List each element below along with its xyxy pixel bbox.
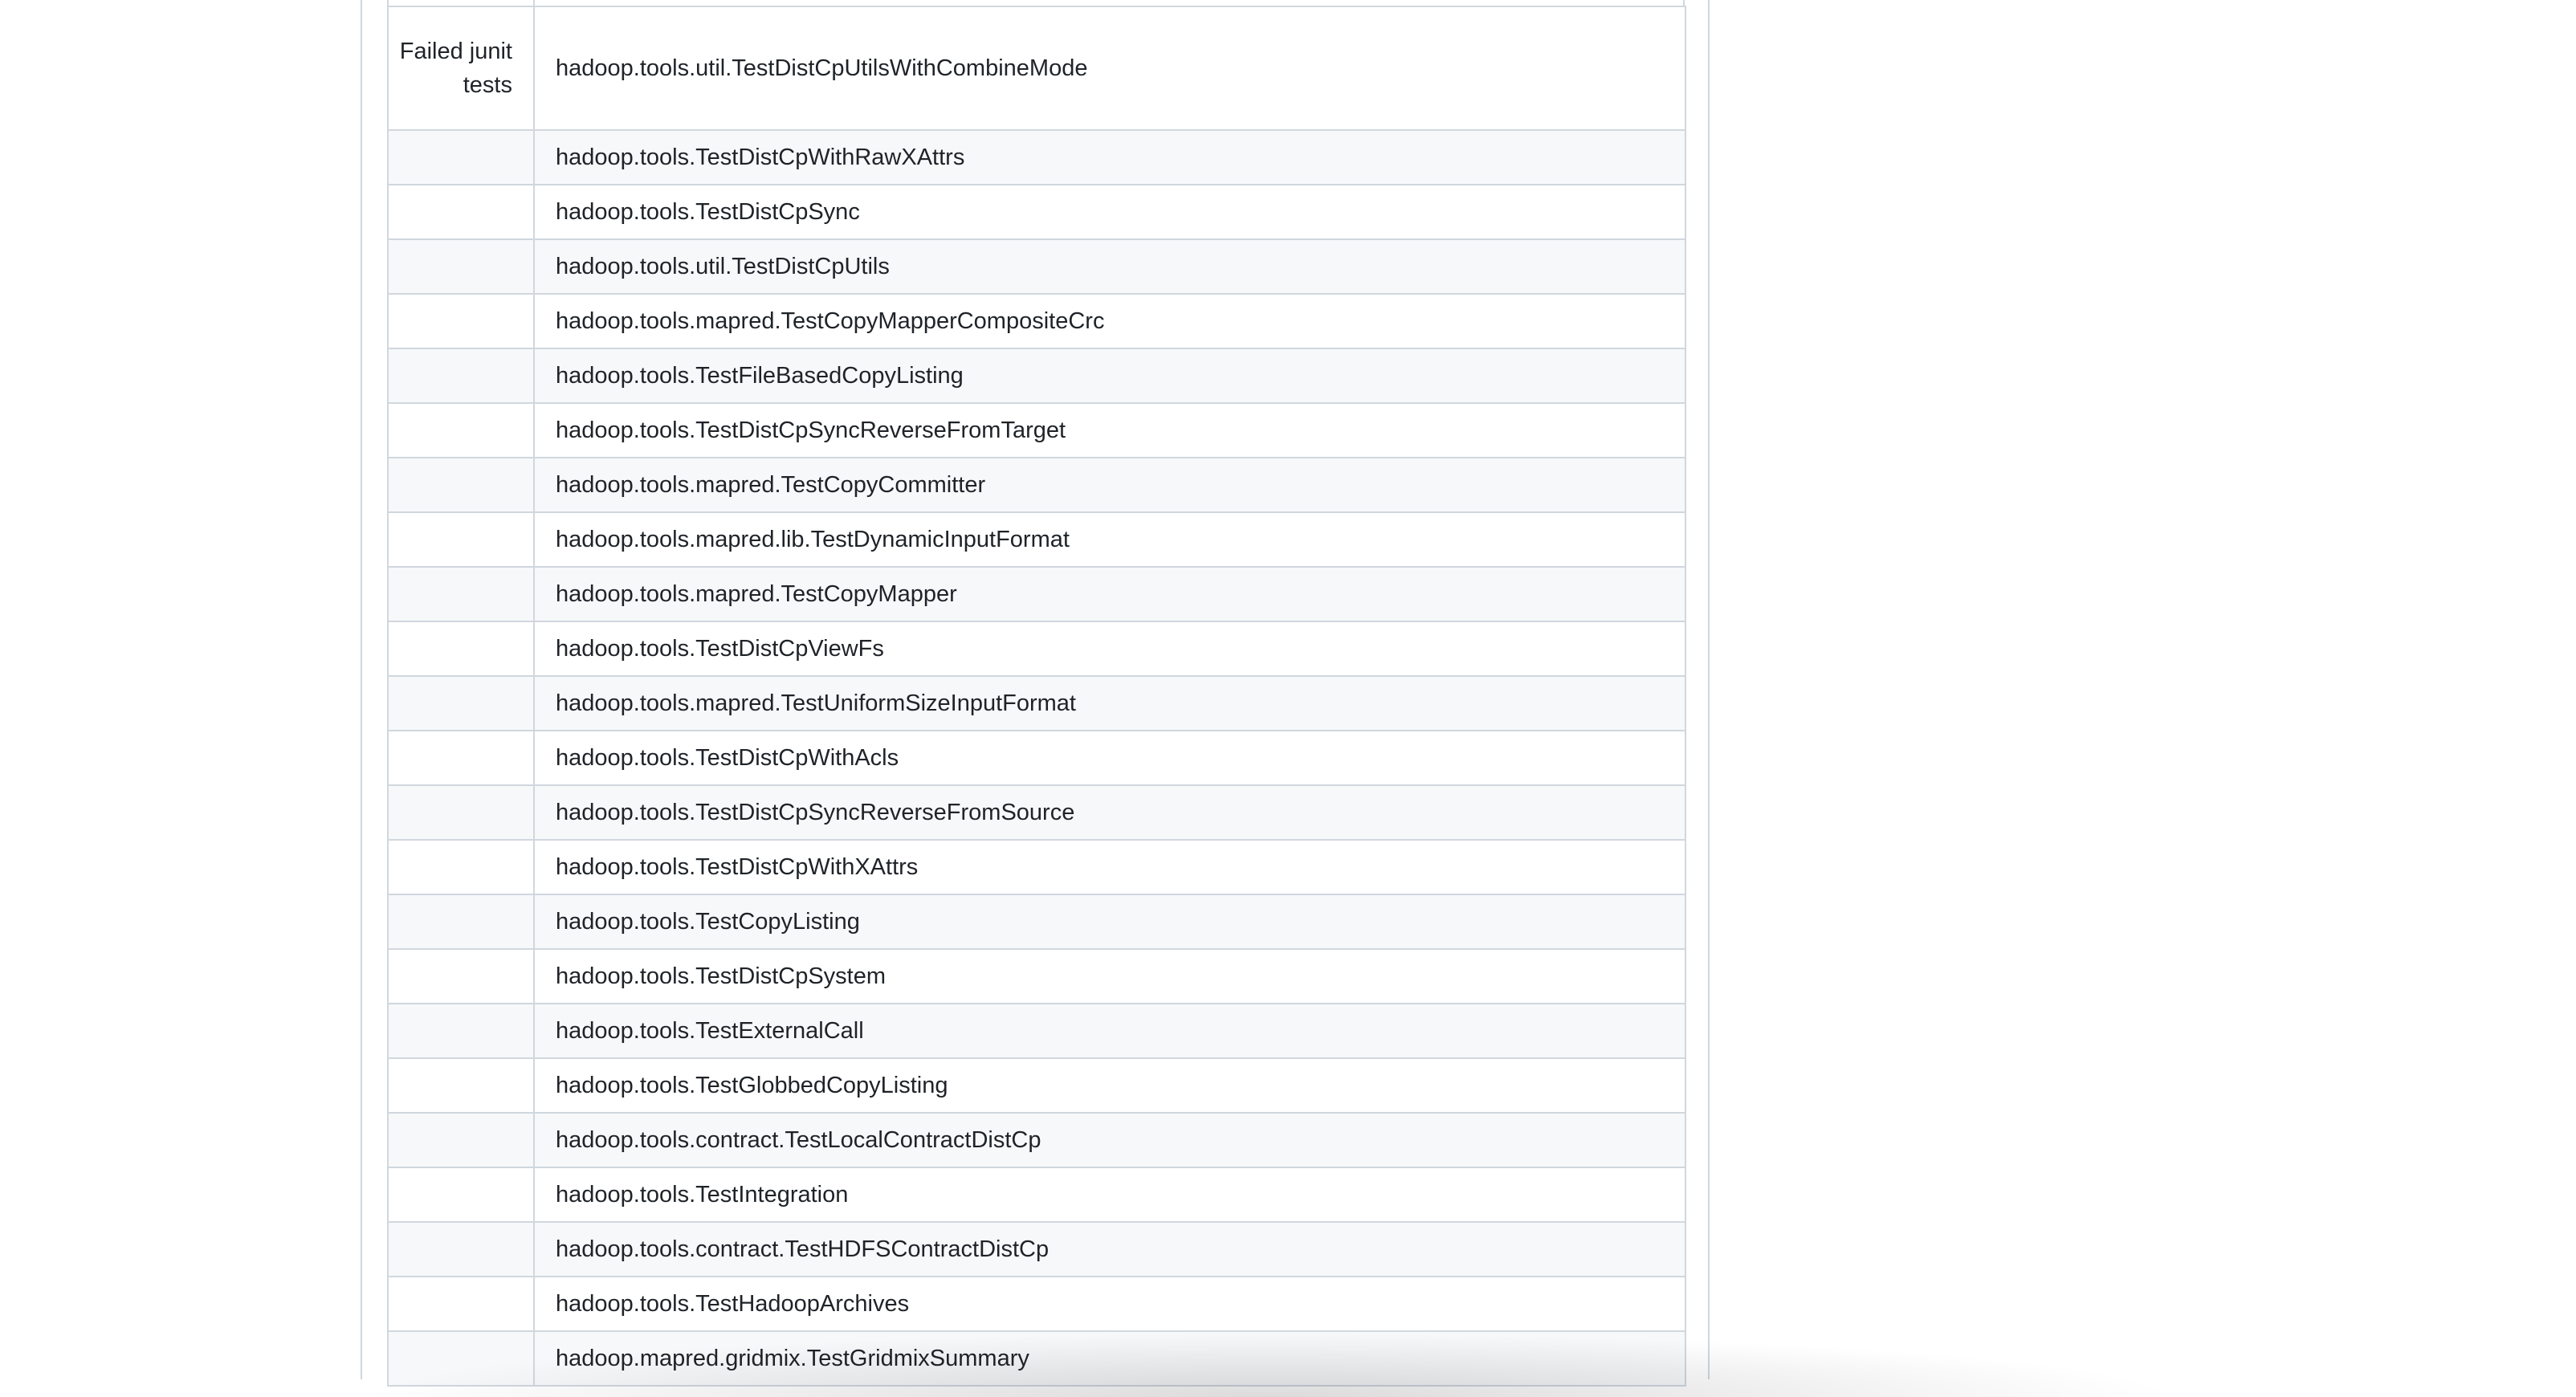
table-row: hadoop.tools.TestIntegration (387, 1167, 1686, 1223)
empty-label-cell (387, 675, 535, 731)
table-row: hadoop.tools.mapred.TestUniformSizeInput… (387, 675, 1686, 731)
test-name: hadoop.tools.TestDistCpSyncReverseFromSo… (533, 784, 1686, 841)
test-name: hadoop.tools.TestGlobbedCopyListing (533, 1057, 1686, 1114)
test-name: hadoop.tools.mapred.TestCopyMapperCompos… (533, 293, 1686, 349)
empty-label-cell (387, 566, 535, 622)
table-row: hadoop.tools.mapred.TestCopyMapper (387, 566, 1686, 622)
table-row: hadoop.tools.TestDistCpSync (387, 184, 1686, 240)
empty-label-cell (387, 784, 535, 841)
test-name: hadoop.tools.mapred.TestCopyMapper (533, 566, 1686, 622)
test-name: hadoop.tools.TestDistCpWithXAttrs (533, 839, 1686, 895)
test-name: hadoop.tools.TestDistCpSyncReverseFromTa… (533, 402, 1686, 458)
table-row: hadoop.tools.TestDistCpSyncReverseFromSo… (387, 784, 1686, 841)
table-row: hadoop.tools.TestExternalCall (387, 1003, 1686, 1059)
column-divider (533, 0, 535, 6)
empty-label-cell (387, 511, 535, 568)
test-name: hadoop.tools.util.TestDistCpUtilsWithCom… (533, 6, 1686, 131)
empty-label-cell (387, 1167, 535, 1223)
empty-label-cell (387, 1057, 535, 1114)
table-row: hadoop.tools.mapred.lib.TestDynamicInput… (387, 511, 1686, 568)
test-name: hadoop.tools.contract.TestHDFSContractDi… (533, 1221, 1686, 1277)
test-name: hadoop.tools.TestDistCpViewFs (533, 621, 1686, 677)
empty-label-cell (387, 1112, 535, 1168)
table-previous-row-edge (387, 0, 1685, 6)
test-name: hadoop.tools.TestDistCpWithRawXAttrs (533, 129, 1686, 185)
test-name: hadoop.tools.TestFileBasedCopyListing (533, 348, 1686, 404)
test-name: hadoop.tools.TestDistCpSync (533, 184, 1686, 240)
table-row: hadoop.tools.TestDistCpWithAcls (387, 730, 1686, 786)
table-row: hadoop.tools.util.TestDistCpUtils (387, 238, 1686, 295)
empty-label-cell (387, 1276, 535, 1332)
table-row: hadoop.tools.contract.TestHDFSContractDi… (387, 1221, 1686, 1277)
table-row: hadoop.tools.TestCopyListing (387, 894, 1686, 950)
empty-label-cell (387, 129, 535, 185)
empty-label-cell (387, 348, 535, 404)
table-row: Failed junit tests hadoop.tools.util.Tes… (387, 6, 1686, 131)
test-name: hadoop.tools.util.TestDistCpUtils (533, 238, 1686, 295)
test-name: hadoop.tools.TestHadoopArchives (533, 1276, 1686, 1332)
empty-label-cell (387, 293, 535, 349)
empty-label-cell (387, 1221, 535, 1277)
table-row: hadoop.tools.mapred.TestCopyCommitter (387, 457, 1686, 513)
empty-label-cell (387, 948, 535, 1004)
table-row: hadoop.tools.contract.TestLocalContractD… (387, 1112, 1686, 1168)
table-row: hadoop.tools.TestFileBasedCopyListing (387, 348, 1686, 404)
empty-label-cell (387, 730, 535, 786)
table-row: hadoop.tools.TestGlobbedCopyListing (387, 1057, 1686, 1114)
table-row: hadoop.tools.TestDistCpWithXAttrs (387, 839, 1686, 895)
table-row: hadoop.tools.TestDistCpSystem (387, 948, 1686, 1004)
table-row: hadoop.tools.mapred.TestCopyMapperCompos… (387, 293, 1686, 349)
test-name: hadoop.tools.mapred.TestUniformSizeInput… (533, 675, 1686, 731)
test-name: hadoop.tools.TestDistCpWithAcls (533, 730, 1686, 786)
test-name: hadoop.tools.contract.TestLocalContractD… (533, 1112, 1686, 1168)
table-row: hadoop.tools.TestDistCpViewFs (387, 621, 1686, 677)
empty-label-cell (387, 457, 535, 513)
empty-label-cell (387, 1003, 535, 1059)
test-name: hadoop.tools.mapred.lib.TestDynamicInput… (533, 511, 1686, 568)
table-row: hadoop.tools.TestDistCpWithRawXAttrs (387, 129, 1686, 185)
empty-label-cell (387, 621, 535, 677)
empty-label-cell (387, 184, 535, 240)
table-row: hadoop.tools.TestDistCpSyncReverseFromTa… (387, 402, 1686, 458)
test-name: hadoop.mapred.gridmix.TestGridmixSummary (533, 1330, 1686, 1387)
failed-junit-tests-label: Failed junit tests (387, 6, 535, 131)
empty-label-cell (387, 402, 535, 458)
empty-label-cell (387, 839, 535, 895)
test-name: hadoop.tools.TestCopyListing (533, 894, 1686, 950)
table-row: hadoop.tools.TestHadoopArchives (387, 1276, 1686, 1332)
failed-tests-table-body: Failed junit tests hadoop.tools.util.Tes… (387, 6, 1686, 1387)
table-row: hadoop.mapred.gridmix.TestGridmixSummary (387, 1330, 1686, 1387)
empty-label-cell (387, 894, 535, 950)
empty-label-cell (387, 238, 535, 295)
empty-label-cell (387, 1330, 535, 1387)
test-name: hadoop.tools.TestDistCpSystem (533, 948, 1686, 1004)
test-name: hadoop.tools.TestExternalCall (533, 1003, 1686, 1059)
test-name: hadoop.tools.TestIntegration (533, 1167, 1686, 1223)
test-name: hadoop.tools.mapred.TestCopyCommitter (533, 457, 1686, 513)
failed-tests-table: Failed junit tests hadoop.tools.util.Tes… (387, 6, 1686, 1387)
